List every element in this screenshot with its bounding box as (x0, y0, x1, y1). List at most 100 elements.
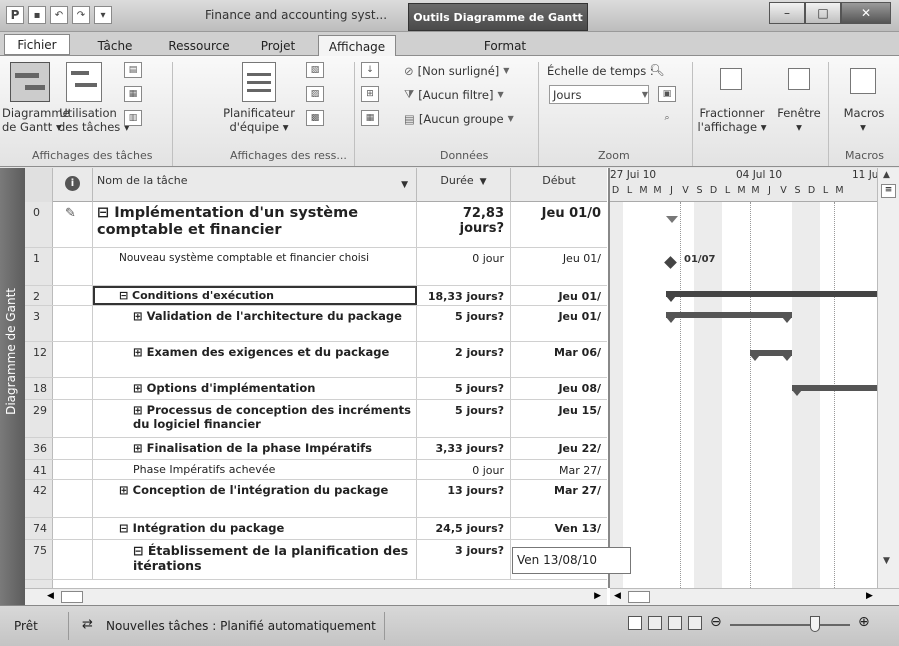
task-name[interactable]: ⊞ Processus de conception des incréments… (93, 400, 417, 437)
resource-sheet-shortcut-icon[interactable] (688, 616, 702, 630)
table-horizontal-scrollbar[interactable]: ◀ ▶ (25, 588, 607, 605)
scroll-thumb[interactable]: ≡ (881, 184, 896, 198)
name-sort-chevron-icon[interactable]: ▼ (401, 180, 408, 190)
task-name[interactable]: ⊞ Validation de l'architecture du packag… (93, 306, 417, 341)
tab-format[interactable]: Format (470, 35, 540, 56)
table-row[interactable]: 36 ⊞ Finalisation de la phase Impératifs… (25, 438, 607, 460)
zoom-slider[interactable] (730, 624, 850, 626)
summary-bar[interactable] (666, 291, 877, 297)
zoom-icon[interactable]: 🔍︎ (648, 62, 666, 78)
macros-label[interactable]: Macros (834, 106, 894, 120)
task-start[interactable]: Jeu 15/ (511, 400, 607, 437)
gantt-chart-label-2[interactable]: de Gantt ▾ (2, 120, 62, 134)
table-row[interactable]: 74 ⊟ Intégration du package 24,5 jours? … (25, 518, 607, 540)
team-planner-label-2[interactable]: d'équipe ▾ (222, 120, 296, 134)
scroll-right-icon[interactable]: ▶ (594, 591, 601, 601)
maximize-button[interactable]: □ (805, 2, 841, 24)
indicators-column-header[interactable]: i (53, 168, 93, 202)
split-view-icon[interactable] (720, 68, 742, 90)
tables-icon[interactable]: ▦ (361, 110, 379, 126)
project-app-icon[interactable]: P (6, 6, 24, 24)
task-name[interactable]: ⊞ Finalisation de la phase Impératifs (93, 438, 417, 459)
outline-icon[interactable]: ⊞ (361, 86, 379, 102)
task-name[interactable]: ⊟ Conditions d'exécution (93, 286, 417, 305)
task-duration[interactable]: 3,33 jours? (417, 438, 511, 459)
save-icon[interactable]: ▪ (28, 6, 46, 24)
scroll-thumb[interactable] (61, 591, 83, 603)
gantt-view-shortcut-icon[interactable] (628, 616, 642, 630)
table-row[interactable]: 18 ⊞ Options d'implémentation 5 jours? J… (25, 378, 607, 400)
group-dropdown[interactable]: ▤ [Aucun groupe ▼ (404, 109, 514, 128)
timescale-dropdown[interactable]: Jours ▼ (549, 85, 649, 104)
summary-bar[interactable] (792, 385, 877, 391)
task-start[interactable]: Jeu 01/0 (511, 202, 607, 247)
task-usage-label-1[interactable]: Utilisation (58, 106, 118, 120)
task-name[interactable]: ⊟ Établissement de la planification des … (93, 540, 417, 579)
split-view-label-2[interactable]: l'affichage ▾ (696, 120, 768, 134)
table-row[interactable]: 2 ⊟ Conditions d'exécution 18,33 jours? … (25, 286, 607, 306)
scroll-thumb[interactable] (628, 591, 650, 603)
task-name[interactable]: ⊞ Conception de l'intégration du package (93, 480, 417, 517)
zoom-out-icon[interactable]: ⊖ (710, 614, 722, 630)
task-duration[interactable]: 5 jours? (417, 400, 511, 437)
table-row[interactable]: 41 Phase Impératifs achevée 0 jour Mar 2… (25, 460, 607, 480)
window-icon[interactable] (788, 68, 810, 90)
task-start[interactable]: Jeu 01/ (511, 306, 607, 341)
tab-tache[interactable]: Tâche (90, 35, 140, 56)
tab-projet[interactable]: Projet (253, 35, 303, 56)
scroll-up-icon[interactable]: ▲ (883, 170, 890, 180)
close-button[interactable]: ✕ (841, 2, 891, 24)
task-start[interactable]: Jeu 22/ (511, 438, 607, 459)
task-duration[interactable]: 2 jours? (417, 342, 511, 377)
scroll-left-icon[interactable]: ◀ (47, 591, 54, 601)
task-usage-label-2[interactable]: des tâches ▾ (58, 120, 130, 134)
resource-sheet-icon[interactable]: ▨ (306, 86, 324, 102)
network-diagram-icon[interactable]: ▤ (124, 62, 142, 78)
task-duration[interactable]: 5 jours? (417, 306, 511, 341)
task-duration[interactable]: 0 jour (417, 460, 511, 479)
scroll-right-icon[interactable]: ▶ (866, 591, 873, 601)
other-resource-views-icon[interactable]: ▩ (306, 110, 324, 126)
task-name[interactable]: ⊟ Intégration du package (93, 518, 417, 539)
team-planner-label-1[interactable]: Planificateur (222, 106, 296, 120)
new-tasks-mode[interactable]: Nouvelles tâches : Planifié automatiquem… (106, 619, 376, 633)
task-name[interactable]: ⊞ Examen des exigences et du package (93, 342, 417, 377)
table-row[interactable]: 12 ⊞ Examen des exigences et du package … (25, 342, 607, 378)
column-header-duration[interactable]: Durée ▼ (417, 168, 511, 202)
scroll-left-icon[interactable]: ◀ (614, 591, 621, 601)
column-header-name[interactable]: Nom de la tâche ▼ (93, 168, 417, 202)
task-name[interactable]: ⊞ Options d'implémentation (93, 378, 417, 399)
minimize-button[interactable]: – (769, 2, 805, 24)
qat-customize-icon[interactable]: ▾ (94, 6, 112, 24)
task-duration[interactable]: 72,83 jours? (417, 202, 511, 247)
task-start[interactable]: Ven 13/ (511, 518, 607, 539)
window-dropdown-icon[interactable]: ▾ (790, 120, 808, 134)
window-label[interactable]: Fenêtre (773, 106, 825, 120)
task-duration[interactable]: 18,33 jours? (417, 286, 511, 305)
task-start[interactable]: Jeu 08/ (511, 378, 607, 399)
table-row[interactable]: 29 ⊞ Processus de conception des incréme… (25, 400, 607, 438)
zoom-in-icon[interactable]: ⊕ (858, 614, 870, 630)
other-views-icon[interactable]: ▥ (124, 110, 142, 126)
table-row[interactable]: 1 Nouveau système comptable et financier… (25, 248, 607, 286)
table-row[interactable]: 3 ⊞ Validation de l'architecture du pack… (25, 306, 607, 342)
calendar-icon[interactable]: ▦ (124, 86, 142, 102)
table-row[interactable]: 0 ✎ ⊟ Implémentation d'un système compta… (25, 202, 607, 248)
column-header-start[interactable]: Début (511, 168, 607, 202)
entire-project-icon[interactable]: ▣ (658, 86, 676, 102)
zoom-slider-thumb[interactable] (810, 616, 820, 632)
start-date-edit-field[interactable]: Ven 13/08/10 (512, 547, 631, 574)
task-duration[interactable]: 24,5 jours? (417, 518, 511, 539)
task-duration[interactable]: 13 jours? (417, 480, 511, 517)
undo-icon[interactable]: ↶ (50, 6, 68, 24)
tab-affichage[interactable]: Affichage (318, 35, 396, 57)
split-view-label-1[interactable]: Fractionner (696, 106, 768, 120)
duration-sort-chevron-icon[interactable]: ▼ (480, 177, 487, 187)
task-start[interactable]: Jeu 01/ (511, 286, 607, 305)
task-duration[interactable]: 5 jours? (417, 378, 511, 399)
table-row[interactable]: 42 ⊞ Conception de l'intégration du pack… (25, 480, 607, 518)
task-name[interactable]: Phase Impératifs achevée (93, 460, 417, 479)
task-usage-icon[interactable] (66, 62, 102, 102)
resource-usage-icon[interactable]: ▧ (306, 62, 324, 78)
note-icon[interactable]: ✎ (65, 206, 76, 221)
